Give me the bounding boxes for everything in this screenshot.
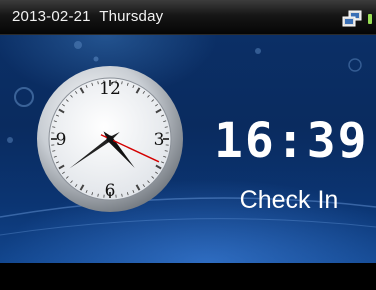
status-indicator	[368, 14, 372, 24]
numeral-9: 9	[56, 130, 67, 150]
status-bar: 2013-02-21 Thursday	[0, 0, 376, 35]
digital-time: 16:39	[214, 113, 369, 169]
date-label: 2013-02-21 Thursday	[12, 8, 164, 25]
analog-clock: 12 3 6 9	[37, 66, 183, 212]
check-status-label: Check In	[239, 186, 339, 214]
numeral-3: 3	[154, 130, 165, 150]
attendance-terminal-screen: 2013-02-21 Thursday 12 3 6 9 16:39 Check…	[0, 0, 376, 290]
main-panel: 12 3 6 9 16:39 Check In	[0, 35, 376, 263]
bottom-bar	[0, 263, 376, 290]
numeral-12: 12	[99, 79, 121, 99]
numeral-6: 6	[105, 181, 116, 201]
clock-pivot	[106, 135, 114, 143]
network-connection-icon	[342, 10, 362, 27]
